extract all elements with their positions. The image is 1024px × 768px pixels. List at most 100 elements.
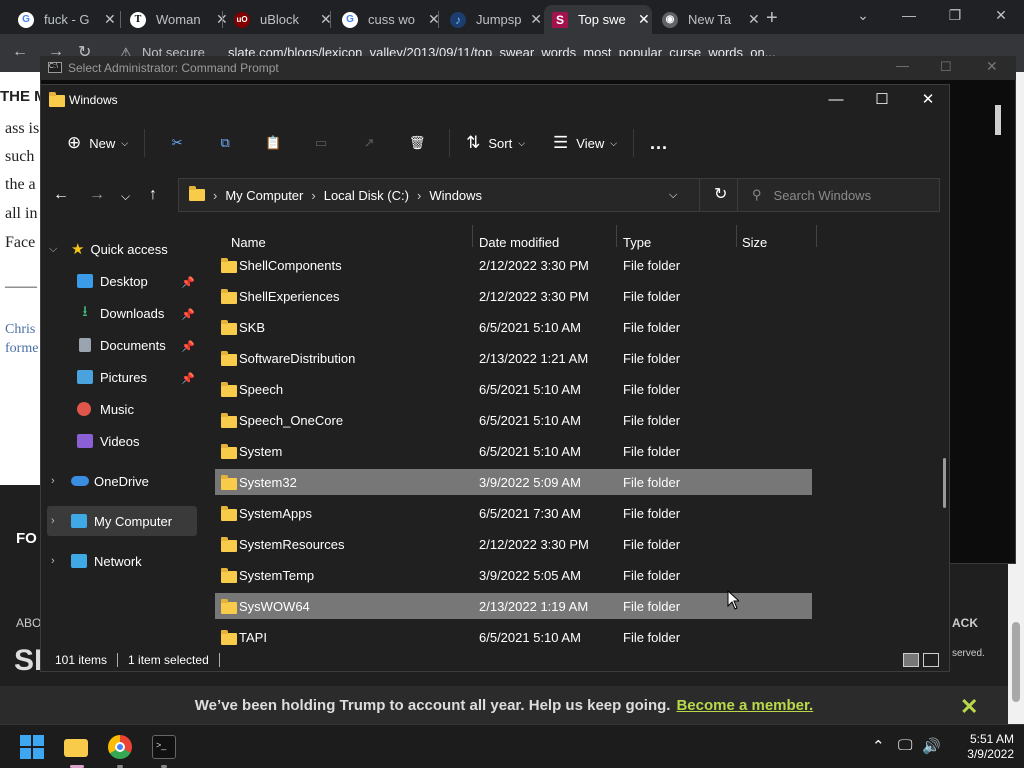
chevron-right-icon[interactable]: › xyxy=(51,555,55,567)
address-bar[interactable]: › My Computer › Local Disk (C:) › Window… xyxy=(178,178,758,212)
up-icon[interactable]: ↑ xyxy=(149,186,157,204)
mouse-cursor-icon xyxy=(727,590,739,610)
author-text[interactable]: Chris xyxy=(5,322,35,338)
close-icon[interactable]: ✕ xyxy=(104,11,116,28)
file-row[interactable]: SystemApps 6/5/2021 7:30 AM File folder xyxy=(215,500,812,526)
sort-button[interactable]: ⇅ Sort ⌵ xyxy=(458,127,533,159)
nav-network[interactable]: › Network xyxy=(51,546,142,576)
nav-documents[interactable]: Documents xyxy=(77,330,166,360)
clock[interactable]: 5:51 AM 3/9/2022 xyxy=(944,732,1014,762)
new-button[interactable]: ⊕ New ⌵ xyxy=(59,127,136,159)
cmd-scrollbar-thumb[interactable] xyxy=(995,105,1001,135)
minimize-icon[interactable]: — xyxy=(813,85,859,113)
tab-title: Top swe xyxy=(578,12,626,27)
file-row[interactable]: ShellExperiences 2/12/2022 3:30 PM File fo… xyxy=(215,283,812,309)
volume-icon[interactable]: 🔊 xyxy=(922,737,941,755)
footer-link[interactable]: ABO xyxy=(16,616,41,630)
chevron-down-icon[interactable]: ⌵ xyxy=(669,189,677,202)
browser-tab[interactable]: ◉ New Ta ✕ xyxy=(654,5,762,34)
file-row[interactable]: SKB 6/5/2021 5:10 AM File folder xyxy=(215,314,812,340)
close-icon[interactable]: ✕ xyxy=(748,11,760,28)
breadcrumb-item[interactable]: My Computer xyxy=(225,188,303,203)
nav-onedrive[interactable]: › OneDrive xyxy=(51,466,149,496)
file-row[interactable]: SystemResources 2/12/2022 3:30 PM File fol… xyxy=(215,531,812,557)
file-row[interactable]: Speech_OneCore 6/5/2021 5:10 AM File folde… xyxy=(215,407,812,433)
column-header-size[interactable]: Size xyxy=(742,235,767,250)
file-explorer-icon[interactable] xyxy=(64,739,88,757)
file-row[interactable]: TAPI 6/5/2021 5:10 AM File folder xyxy=(215,624,812,645)
browser-tab[interactable]: ♪ Jumpsp ✕ xyxy=(442,5,542,34)
forward-icon[interactable]: → xyxy=(89,186,105,204)
footer-link[interactable]: ACK xyxy=(952,616,978,630)
browser-tab[interactable]: T Woman ✕ xyxy=(122,5,230,34)
breadcrumb-item[interactable]: Windows xyxy=(429,188,482,203)
author-text[interactable]: forme xyxy=(5,341,38,357)
pin-icon[interactable]: 📌 xyxy=(181,372,195,385)
share-icon[interactable]: ↗ xyxy=(345,127,393,159)
more-options-button[interactable]: ... xyxy=(642,127,676,159)
browser-tab-active[interactable]: S Top swe ✕ xyxy=(544,5,652,34)
browser-tab[interactable]: G fuck - G ✕ xyxy=(10,5,118,34)
column-header-type[interactable]: Type xyxy=(623,235,651,250)
tab-search-icon[interactable]: ⌄ xyxy=(840,0,886,30)
windows-start-icon[interactable] xyxy=(20,735,44,759)
close-icon[interactable]: ✕ xyxy=(530,11,542,28)
delete-icon[interactable]: 🗑 xyxy=(393,127,441,159)
back-icon[interactable]: ← xyxy=(12,43,28,61)
close-icon[interactable]: ✕ xyxy=(960,694,978,720)
maximize-icon[interactable]: ☐ xyxy=(859,85,905,113)
chevron-up-icon[interactable]: ⌃ xyxy=(872,737,885,755)
copy-icon[interactable]: ⧉ xyxy=(201,127,249,159)
paste-icon[interactable]: 📋 xyxy=(249,127,297,159)
nav-pictures[interactable]: Pictures xyxy=(77,362,147,392)
chrome-icon[interactable] xyxy=(108,735,132,759)
nav-my-computer[interactable]: › My Computer xyxy=(51,506,172,536)
chevron-down-icon[interactable]: ⌵ xyxy=(49,243,57,256)
pin-icon[interactable]: 📌 xyxy=(181,340,195,353)
nav-quick-access[interactable]: ⌵ ★ Quick access xyxy=(49,234,168,264)
refresh-icon[interactable]: ↻ xyxy=(699,179,727,211)
pin-icon[interactable]: 📌 xyxy=(181,276,195,289)
command-prompt-icon[interactable]: >_ xyxy=(152,735,176,759)
minimize-icon[interactable]: — xyxy=(886,0,932,30)
browser-tab[interactable]: uO uBlock ✕ xyxy=(226,5,334,34)
file-row[interactable]: System32 3/9/2022 5:09 AM File folder xyxy=(215,469,812,495)
view-button[interactable]: ☰ View ⌵ xyxy=(545,127,625,159)
column-header-name[interactable]: Name xyxy=(231,235,266,250)
nav-music[interactable]: Music xyxy=(77,394,134,424)
new-tab-button[interactable]: + xyxy=(766,7,778,30)
recent-locations-icon[interactable]: ⌵ xyxy=(121,189,130,204)
file-row[interactable]: System 6/5/2021 5:10 AM File folder xyxy=(215,438,812,464)
file-row[interactable]: SysWOW64 2/13/2022 1:19 AM File folder xyxy=(215,593,812,619)
file-row[interactable]: SystemTemp 3/9/2022 5:05 AM File folder xyxy=(215,562,812,588)
file-list-scrollbar[interactable] xyxy=(943,458,946,508)
close-window-icon[interactable]: ✕ xyxy=(978,0,1024,30)
explorer-titlebar: Windows — ☐ ✕ xyxy=(41,85,951,115)
become-member-link[interactable]: Become a member. xyxy=(676,697,813,714)
nav-downloads[interactable]: ⭳ Downloads xyxy=(77,298,164,328)
column-header-date[interactable]: Date modified xyxy=(479,235,559,250)
breadcrumb-item[interactable]: Local Disk (C:) xyxy=(324,188,409,203)
minimize-icon[interactable]: — xyxy=(896,58,909,73)
search-input[interactable]: ⚲ Search Windows xyxy=(737,178,940,212)
network-tray-icon[interactable]: 🖵 xyxy=(898,737,912,754)
file-row[interactable]: SoftwareDistribution 2/13/2022 1:21 AM Fil… xyxy=(215,345,812,371)
nav-videos[interactable]: Videos xyxy=(77,426,140,456)
rename-icon[interactable]: ▭ xyxy=(297,127,345,159)
browser-tab[interactable]: G cuss wo ✕ xyxy=(334,5,442,34)
cut-icon[interactable]: ✂ xyxy=(153,127,201,159)
close-icon[interactable]: ✕ xyxy=(986,58,998,75)
pin-icon[interactable]: 📌 xyxy=(181,308,195,321)
maximize-icon[interactable]: ☐ xyxy=(940,59,952,75)
file-row[interactable]: Speech 6/5/2021 5:10 AM File folder xyxy=(215,376,812,402)
chevron-right-icon[interactable]: › xyxy=(51,475,55,487)
close-icon[interactable]: ✕ xyxy=(905,85,951,113)
close-icon[interactable]: ✕ xyxy=(638,11,650,28)
file-row[interactable]: ShellComponents 2/12/2022 3:30 PM File fol… xyxy=(215,252,812,278)
back-icon[interactable]: ← xyxy=(53,186,69,204)
restore-icon[interactable]: ❐ xyxy=(932,0,978,30)
details-view-icon[interactable] xyxy=(903,653,919,667)
nav-desktop[interactable]: Desktop xyxy=(77,266,148,296)
chevron-right-icon[interactable]: › xyxy=(51,515,55,527)
large-icons-view-icon[interactable] xyxy=(923,653,939,667)
